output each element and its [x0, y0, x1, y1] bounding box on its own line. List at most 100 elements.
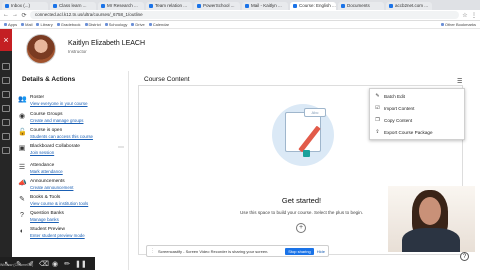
bookmark-icon	[56, 23, 60, 26]
details-item-link[interactable]: Create announcement	[30, 185, 73, 190]
bookmark-label: Calendar	[152, 22, 169, 27]
calendar-icon[interactable]	[2, 105, 10, 112]
folder-icon	[440, 23, 444, 26]
bookmark[interactable]: Mail	[21, 22, 32, 27]
bookmark-icon	[84, 23, 88, 26]
tab-label: Team relation ...	[155, 3, 188, 8]
question-bank-icon: ?	[20, 212, 24, 219]
details-item-collaborate: ▣ Blackboard Collaborate Join session ⋯	[18, 144, 126, 158]
url-field[interactable]: connected.acl.k12.tn.us/ultra/courses/_6…	[30, 11, 459, 19]
browser-tab[interactable]: Mr Research ...	[98, 2, 144, 10]
stop-sharing-button[interactable]: Stop sharing	[285, 247, 314, 255]
tools-icon[interactable]	[2, 147, 10, 154]
drag-handle-icon[interactable]: ⋮	[150, 248, 155, 254]
menu-item-copy-content[interactable]: ❐ Copy Content	[375, 115, 463, 125]
browser-tab-active[interactable]: Course: English ...	[290, 2, 336, 10]
details-item-course-groups: ◉ Course Groups Create and manage groups	[18, 112, 126, 126]
menu-item-label: Copy Content	[384, 117, 413, 123]
bookmark[interactable]: Library	[36, 22, 53, 27]
menu-item-label: Export Course Package	[384, 129, 433, 135]
bookmark-label: Mail	[25, 22, 33, 27]
edit-icon: ✎	[375, 92, 380, 99]
browser-tab[interactable]: Inbox (...)	[2, 2, 48, 10]
preview-icon: ◐	[19, 228, 25, 235]
copy-icon: ❐	[375, 116, 380, 123]
bookmark[interactable]: Schoology	[104, 22, 127, 27]
bookmark[interactable]: District	[84, 22, 101, 27]
tab-label: Documents	[347, 3, 370, 8]
bookmark-label: District	[88, 22, 101, 27]
browser-tab[interactable]: Mail - Kaitlyn ...	[242, 2, 288, 10]
courses-icon[interactable]	[2, 91, 10, 98]
bookmark[interactable]: Gradebook	[56, 22, 81, 27]
details-item-label: Announcements	[30, 179, 65, 184]
screen-share-text: Screencastify - Screen Video Recorder is…	[158, 248, 269, 254]
doc-tag-label: Abc	[304, 108, 326, 117]
more-options-icon[interactable]: ⋯	[118, 144, 124, 151]
grades-icon[interactable]	[2, 133, 10, 140]
other-bookmarks[interactable]: Other Bookmarks	[440, 22, 476, 27]
tab-label: Inbox (...)	[11, 3, 31, 8]
menu-item-batch-edit[interactable]: ✎ Batch Edit	[375, 91, 463, 101]
browser-tab[interactable]: Team relation ...	[146, 2, 192, 10]
bookmark-icon	[131, 23, 135, 26]
checkmark-illustration-icon	[303, 150, 310, 157]
browser-tab[interactable]: Class learn ...	[50, 2, 96, 10]
add-content-plus-icon[interactable]: +	[296, 223, 306, 233]
content-more-menu-icon[interactable]: ☰	[457, 78, 462, 85]
menu-item-label: Batch Edit	[384, 93, 405, 99]
screen-share-bar: ⋮ Screencastify - Screen Video Recorder …	[146, 245, 329, 257]
favicon-icon	[293, 4, 297, 8]
bookmark[interactable]: Apps	[4, 22, 17, 27]
details-item-link[interactable]: Manage banks	[30, 217, 59, 222]
back-icon[interactable]: ←	[3, 12, 9, 18]
browser-tab[interactable]: Documents	[338, 2, 384, 10]
bookmark[interactable]: Calendar	[148, 22, 169, 27]
details-item-books-tools: ✎ Books & Tools View course & institutio…	[18, 195, 126, 209]
star-icon[interactable]: ☆	[462, 12, 468, 19]
groups-icon: ◉	[18, 113, 26, 120]
menu-item-import-content[interactable]: ☑ Import Content	[375, 103, 463, 113]
pause-icon[interactable]: ❚❚	[75, 260, 87, 268]
details-item-link[interactable]: View everyone in your course	[30, 101, 88, 106]
bookmark-icon	[148, 23, 152, 26]
browser-tab[interactable]: accb2net.com ...	[386, 2, 432, 10]
favicon-icon	[341, 4, 345, 8]
bookmark-label: Gradebook	[60, 22, 81, 27]
messages-icon[interactable]	[2, 119, 10, 126]
favicon-icon	[389, 4, 393, 8]
details-item-link[interactable]: Enter student preview mode	[30, 233, 85, 238]
details-item-link[interactable]: Create and manage groups	[30, 118, 83, 123]
reload-icon[interactable]: ⟳	[21, 12, 27, 19]
details-item-link[interactable]: Mark attendance	[30, 169, 63, 174]
export-icon: ⇪	[375, 128, 380, 135]
webcam-overlay	[388, 186, 475, 252]
tab-label: Course: English ...	[299, 3, 336, 8]
draw-icon[interactable]: ✏	[63, 260, 71, 268]
favicon-icon	[53, 4, 57, 8]
close-course-icon[interactable]: ×	[0, 29, 12, 51]
details-item-link[interactable]: Students can access this course	[30, 134, 93, 139]
bookmark[interactable]: Drive	[131, 22, 145, 27]
details-item-link[interactable]: Join session	[30, 150, 54, 155]
import-icon: ☑	[375, 104, 380, 111]
help-icon[interactable]: ?	[460, 252, 469, 261]
details-item-link[interactable]: View course & institution tools	[30, 201, 88, 206]
eraser-icon[interactable]: ⌫	[39, 260, 49, 268]
details-item-label: Blackboard Collaborate	[30, 144, 80, 149]
hide-button[interactable]: Hide	[317, 249, 325, 254]
activity-icon[interactable]	[2, 77, 10, 84]
details-item-attendance: ☰ Attendance Mark attendance	[18, 163, 126, 177]
webcam-person-face	[419, 197, 441, 225]
favicon-icon	[149, 4, 153, 8]
webcam-toggle-icon[interactable]: ◉	[51, 260, 59, 268]
institution-icon[interactable]	[2, 63, 10, 70]
bookmark-label: Drive	[135, 22, 145, 27]
menu-item-export-course[interactable]: ⇪ Export Course Package	[375, 127, 463, 137]
details-item-label: Roster	[30, 95, 45, 100]
forward-icon[interactable]: →	[12, 12, 18, 18]
browser-tab[interactable]: PowerSchool ...	[194, 2, 240, 10]
menu-dots-icon[interactable]: ⋮	[471, 12, 477, 19]
bookmarks-bar: Apps Mail Library Gradebook District Sch…	[0, 21, 480, 29]
bookmark-icon	[4, 23, 7, 26]
